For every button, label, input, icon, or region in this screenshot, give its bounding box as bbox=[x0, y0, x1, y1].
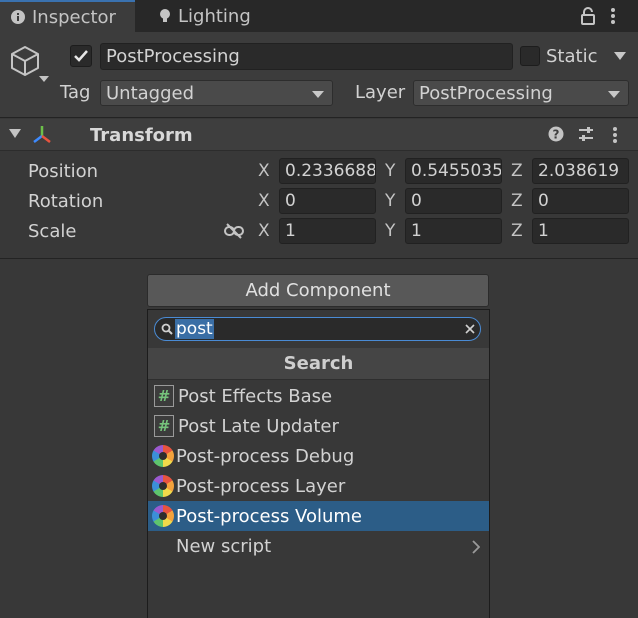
position-label: Position bbox=[28, 161, 99, 182]
axis-y-label: Y bbox=[385, 161, 396, 181]
tag-value: Untagged bbox=[106, 82, 195, 104]
rotation-label: Rotation bbox=[28, 191, 104, 212]
tab-bar: Inspector Lighting bbox=[0, 0, 638, 32]
list-item-post-effects-base[interactable]: # Post Effects Base bbox=[148, 381, 489, 411]
help-icon[interactable]: ? bbox=[548, 126, 564, 142]
position-z-field[interactable]: 2.038619 bbox=[532, 158, 629, 184]
rotation-z-field[interactable]: 0 bbox=[532, 188, 629, 214]
axis-y-label: Y bbox=[385, 191, 396, 211]
tab-inspector[interactable]: Inspector bbox=[0, 0, 135, 32]
gameobject-header: PostProcessing Static Tag Untagged Layer… bbox=[0, 32, 638, 118]
list-item-post-process-volume[interactable]: Post-process Volume bbox=[148, 501, 489, 531]
rotation-y-field[interactable]: 0 bbox=[405, 188, 502, 214]
tag-label: Tag bbox=[60, 82, 91, 103]
gameobject-name-input[interactable]: PostProcessing bbox=[100, 43, 513, 70]
static-dropdown-arrow-icon[interactable] bbox=[614, 52, 626, 60]
checkmark-icon bbox=[74, 50, 88, 62]
scale-z-field[interactable]: 1 bbox=[532, 218, 629, 244]
search-section-title: Search bbox=[148, 348, 489, 380]
search-query-text: post bbox=[175, 319, 214, 339]
transform-header[interactable]: Transform ? bbox=[0, 119, 638, 151]
scale-y-field[interactable]: 1 bbox=[405, 218, 502, 244]
kebab-menu-icon[interactable] bbox=[612, 126, 618, 144]
layer-value: PostProcessing bbox=[419, 82, 553, 104]
position-y-field[interactable]: 0.5455035 bbox=[405, 158, 502, 184]
component-divider bbox=[0, 258, 638, 259]
chevron-down-icon bbox=[312, 91, 324, 98]
add-component-button[interactable]: Add Component bbox=[147, 274, 489, 307]
axis-z-label: Z bbox=[511, 191, 523, 211]
axis-z-label: Z bbox=[511, 221, 523, 241]
chevron-right-icon bbox=[472, 540, 480, 554]
presets-icon[interactable] bbox=[578, 126, 594, 142]
clear-search-icon[interactable] bbox=[465, 324, 475, 334]
list-item-label: Post-process Debug bbox=[176, 445, 355, 467]
active-checkbox[interactable] bbox=[70, 45, 92, 67]
cube-icon[interactable] bbox=[10, 45, 40, 77]
chevron-down-icon bbox=[608, 91, 620, 98]
axis-y-label: Y bbox=[385, 221, 396, 241]
list-item-post-late-updater[interactable]: # Post Late Updater bbox=[148, 411, 489, 441]
add-component-popup: post Search # Post Effects Base # Post L… bbox=[147, 309, 490, 618]
list-item-label: Post-process Volume bbox=[176, 505, 362, 527]
list-item-post-process-layer[interactable]: Post-process Layer bbox=[148, 471, 489, 501]
tab-inspector-label: Inspector bbox=[32, 6, 116, 28]
tab-lighting[interactable]: Lighting bbox=[148, 0, 268, 32]
axis-z-label: Z bbox=[511, 161, 523, 181]
svg-text:?: ? bbox=[553, 128, 560, 142]
static-label: Static bbox=[546, 46, 598, 67]
list-item-label: Post Effects Base bbox=[178, 385, 333, 407]
scale-label: Scale bbox=[28, 221, 77, 242]
lightbulb-icon bbox=[160, 9, 170, 22]
layer-dropdown[interactable]: PostProcessing bbox=[413, 80, 629, 106]
list-item-label: New script bbox=[176, 535, 272, 557]
cube-dropdown-arrow-icon[interactable] bbox=[38, 75, 50, 83]
script-hash-icon: # bbox=[154, 415, 174, 437]
unlinked-chain-icon[interactable] bbox=[224, 223, 244, 239]
layer-label: Layer bbox=[355, 82, 406, 103]
axis-x-label: X bbox=[258, 191, 270, 211]
post-process-icon bbox=[152, 475, 174, 497]
scale-x-field[interactable]: 1 bbox=[279, 218, 376, 244]
rotation-x-field[interactable]: 0 bbox=[279, 188, 376, 214]
tag-dropdown[interactable]: Untagged bbox=[100, 80, 333, 106]
post-process-icon bbox=[152, 445, 174, 467]
static-checkbox[interactable] bbox=[520, 46, 540, 66]
info-icon bbox=[11, 10, 25, 24]
foldout-arrow-icon[interactable] bbox=[9, 129, 21, 139]
list-item-post-process-debug[interactable]: Post-process Debug bbox=[148, 441, 489, 471]
transform-title: Transform bbox=[90, 125, 193, 146]
list-item-label: Post-process Layer bbox=[176, 475, 346, 497]
list-item-new-script[interactable]: New script bbox=[148, 531, 489, 561]
list-item-label: Post Late Updater bbox=[178, 415, 339, 437]
component-search-input[interactable]: post bbox=[154, 317, 481, 341]
kebab-menu-icon[interactable] bbox=[610, 7, 616, 25]
post-process-icon bbox=[152, 505, 174, 527]
script-hash-icon: # bbox=[154, 385, 174, 407]
axis-x-label: X bbox=[258, 221, 270, 241]
lock-icon[interactable] bbox=[580, 7, 596, 25]
axis-x-label: X bbox=[258, 161, 270, 181]
transform-body: Position X 0.2336688 Y 0.5455035 Z 2.038… bbox=[0, 152, 638, 258]
search-icon bbox=[161, 323, 173, 335]
position-x-field[interactable]: 0.2336688 bbox=[279, 158, 376, 184]
tab-lighting-label: Lighting bbox=[178, 5, 251, 27]
transform-axes-icon bbox=[33, 126, 51, 143]
